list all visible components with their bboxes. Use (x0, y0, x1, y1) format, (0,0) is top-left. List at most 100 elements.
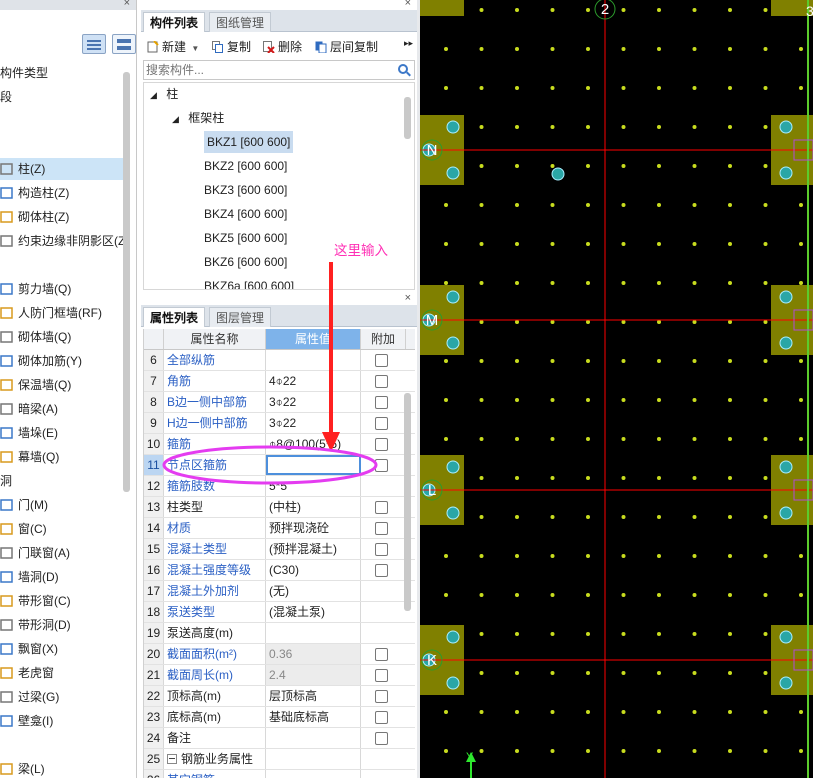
property-value[interactable]: 5*5 (266, 476, 361, 496)
extra-checkbox[interactable] (375, 732, 388, 745)
tab-property-list[interactable]: 属性列表 (143, 307, 206, 327)
property-value[interactable]: 3⌽22 (266, 392, 361, 412)
property-value-input[interactable] (266, 455, 361, 475)
close-icon[interactable]: × (405, 0, 411, 9)
property-row[interactable]: 10 箍筋 ⌽8@100(5*5) (144, 434, 415, 455)
property-value[interactable] (266, 728, 361, 748)
new-button[interactable]: 新建 ▼ (147, 38, 199, 55)
tree-group[interactable]: ◢ 框架柱 (172, 107, 224, 129)
nav-item[interactable]: 带形洞(D) (0, 614, 71, 636)
drawing-canvas[interactable]: 2 N M L K 3 Y (420, 0, 813, 778)
property-value[interactable]: ⌽8@100(5*5) (266, 434, 361, 454)
nav-item[interactable]: 人防门框墙(RF) (0, 302, 102, 324)
nav-item[interactable]: 约束边缘非阴影区(Z (0, 230, 125, 252)
nav-item[interactable]: 墙洞(D) (0, 566, 59, 588)
nav-item[interactable]: 暗梁(A) (0, 398, 58, 420)
property-row[interactable]: 15 混凝土类型 (预拌混凝土) (144, 539, 415, 560)
extra-checkbox[interactable] (375, 690, 388, 703)
nav-item[interactable]: 门(M) (0, 494, 48, 516)
tree-item[interactable]: BKZ5 [600 600] (204, 227, 287, 249)
property-row[interactable]: 25 钢筋业务属性 (144, 749, 415, 770)
grid-view-button[interactable] (112, 34, 136, 54)
extra-checkbox[interactable] (375, 501, 388, 514)
tree-item[interactable]: BKZ6a [600 600] (204, 275, 294, 289)
property-value[interactable]: 3⌽22 (266, 413, 361, 433)
search-input[interactable] (144, 61, 384, 79)
property-value[interactable]: (混凝土泵) (266, 602, 361, 622)
tree-item[interactable]: BKZ2 [600 600] (204, 155, 287, 177)
close-icon[interactable]: × (405, 292, 411, 304)
property-value[interactable]: (中柱) (266, 497, 361, 517)
nav-item[interactable]: 带形窗(C) (0, 590, 71, 612)
tree-root[interactable]: ◢ 柱 (150, 83, 178, 105)
nav-item[interactable]: 剪力墙(Q) (0, 278, 71, 300)
nav-item[interactable]: 墙垛(E) (0, 422, 58, 444)
extra-checkbox[interactable] (375, 396, 388, 409)
nav-item[interactable]: 砌体墙(Q) (0, 326, 71, 348)
extra-checkbox[interactable] (375, 354, 388, 367)
dropdown-arrow-icon[interactable]: ▼ (191, 44, 199, 53)
property-value[interactable]: 预拌现浇砼 (266, 518, 361, 538)
nav-item[interactable]: 洞 (0, 470, 12, 492)
tab-component-list[interactable]: 构件列表 (143, 12, 206, 32)
property-row[interactable]: 24 备注 (144, 728, 415, 749)
nav-item[interactable]: 柱(Z) (0, 158, 124, 180)
more-tools-icon[interactable]: ▸▸ (404, 38, 413, 49)
nav-item[interactable]: 老虎窗 (0, 662, 54, 684)
property-row[interactable]: 11 节点区箍筋 (144, 455, 415, 476)
property-row[interactable]: 18 泵送类型 (混凝土泵) (144, 602, 415, 623)
property-value[interactable] (266, 749, 361, 769)
extra-checkbox[interactable] (375, 564, 388, 577)
nav-item[interactable]: 段 (0, 86, 12, 108)
property-row[interactable]: 22 顶标高(m) 层顶标高 (144, 686, 415, 707)
property-row[interactable]: 26其它钢筋 (144, 770, 415, 778)
property-value[interactable]: 基础底标高 (266, 707, 361, 727)
tab-layer-management[interactable]: 图层管理 (209, 307, 272, 327)
floor-copy-button[interactable]: 层间复制 (315, 38, 378, 55)
property-row[interactable]: 7 角筋 4⌽22 (144, 371, 415, 392)
property-row[interactable]: 14 材质 预拌现浇砼 (144, 518, 415, 539)
nav-item[interactable]: 砌体加筋(Y) (0, 350, 82, 372)
property-row[interactable]: 13 柱类型 (中柱) (144, 497, 415, 518)
extra-checkbox[interactable] (375, 417, 388, 430)
property-row[interactable]: 19 泵送高度(m) (144, 623, 415, 644)
tree-item[interactable]: BKZ1 [600 600] (204, 131, 294, 153)
extra-checkbox[interactable] (375, 711, 388, 724)
collapse-icon[interactable] (167, 754, 177, 764)
nav-item[interactable]: 梁(L) (0, 758, 45, 778)
expand-arrow-icon[interactable]: ◢ (150, 90, 157, 100)
tree-item[interactable]: BKZ4 [600 600] (204, 203, 287, 225)
property-value[interactable]: (无) (266, 581, 361, 601)
expand-arrow-icon[interactable]: ◢ (172, 114, 179, 124)
property-row[interactable]: 16 混凝土强度等级 (C30) (144, 560, 415, 581)
extra-checkbox[interactable] (375, 438, 388, 451)
property-row[interactable]: 8 B边一侧中部筋 3⌽22 (144, 392, 415, 413)
tab-drawing-management[interactable]: 图纸管理 (209, 12, 272, 32)
property-row[interactable]: 9 H边一侧中部筋 3⌽22 (144, 413, 415, 434)
list-view-button[interactable] (82, 34, 106, 54)
delete-button[interactable]: 删除 (263, 38, 302, 55)
property-row[interactable]: 12 箍筋肢数 5*5 (144, 476, 415, 497)
property-row[interactable]: 20 截面面积(m²) 0.36 (144, 644, 415, 665)
extra-checkbox[interactable] (375, 522, 388, 535)
extra-checkbox[interactable] (375, 648, 388, 661)
nav-item[interactable]: 保温墙(Q) (0, 374, 71, 396)
extra-checkbox[interactable] (375, 375, 388, 388)
property-value[interactable] (266, 770, 361, 778)
property-value[interactable]: 0.36 (266, 644, 361, 664)
property-row[interactable]: 17 混凝土外加剂 (无) (144, 581, 415, 602)
property-value[interactable]: 层顶标高 (266, 686, 361, 706)
extra-checkbox[interactable] (375, 669, 388, 682)
property-value[interactable]: (C30) (266, 560, 361, 580)
property-value[interactable]: 4⌽22 (266, 371, 361, 391)
nav-item[interactable]: 构造柱(Z) (0, 182, 69, 204)
property-value[interactable] (266, 623, 361, 643)
tree-item[interactable]: BKZ6 [600 600] (204, 251, 287, 273)
property-value[interactable] (266, 350, 361, 370)
property-row[interactable]: 23 底标高(m) 基础底标高 (144, 707, 415, 728)
extra-checkbox[interactable] (375, 459, 388, 472)
property-row[interactable]: 6 全部纵筋 (144, 350, 415, 371)
nav-item[interactable]: 过梁(G) (0, 686, 59, 708)
search-icon[interactable] (398, 64, 408, 74)
copy-button[interactable]: 复制 (212, 38, 251, 55)
